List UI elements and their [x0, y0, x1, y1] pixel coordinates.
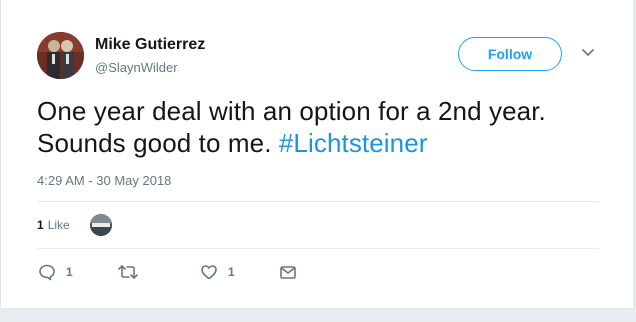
like-count: 1 [228, 265, 235, 279]
retweet-icon [118, 265, 138, 279]
follow-button[interactable]: Follow [458, 37, 562, 71]
user-avatar-icon [37, 32, 84, 79]
like-button[interactable]: 1 [200, 262, 235, 282]
reply-icon [39, 264, 55, 281]
author-handle[interactable]: @SlaynWilder [95, 60, 178, 75]
direct-message-button[interactable] [279, 262, 297, 282]
divider-bottom [37, 248, 599, 249]
tweet-text: One year deal with an option for a 2nd y… [37, 95, 617, 159]
retweet-button[interactable] [118, 262, 138, 282]
divider-top [37, 201, 599, 202]
liker-avatar[interactable] [89, 214, 112, 236]
liker-avatar-icon [89, 214, 112, 236]
tweet-card: Mike Gutierrez @SlaynWilder Follow One y… [0, 0, 634, 309]
heart-icon [201, 265, 217, 280]
hashtag-link[interactable]: #Lichtsteiner [279, 128, 428, 158]
tweet-stats: 1 Like [37, 210, 112, 240]
likes-count[interactable]: 1 [37, 218, 44, 232]
reply-button[interactable]: 1 [38, 262, 73, 282]
more-menu-button[interactable] [579, 46, 597, 60]
reply-count: 1 [66, 265, 73, 279]
author-name[interactable]: Mike Gutierrez [95, 36, 205, 54]
chevron-down-icon [582, 49, 594, 56]
author-avatar[interactable] [37, 32, 84, 79]
likes-label[interactable]: Like [48, 218, 70, 232]
tweet-timestamp[interactable]: 4:29 AM - 30 May 2018 [37, 173, 171, 188]
envelope-icon [280, 266, 296, 279]
tweet-actions: 1 1 [1, 262, 635, 282]
